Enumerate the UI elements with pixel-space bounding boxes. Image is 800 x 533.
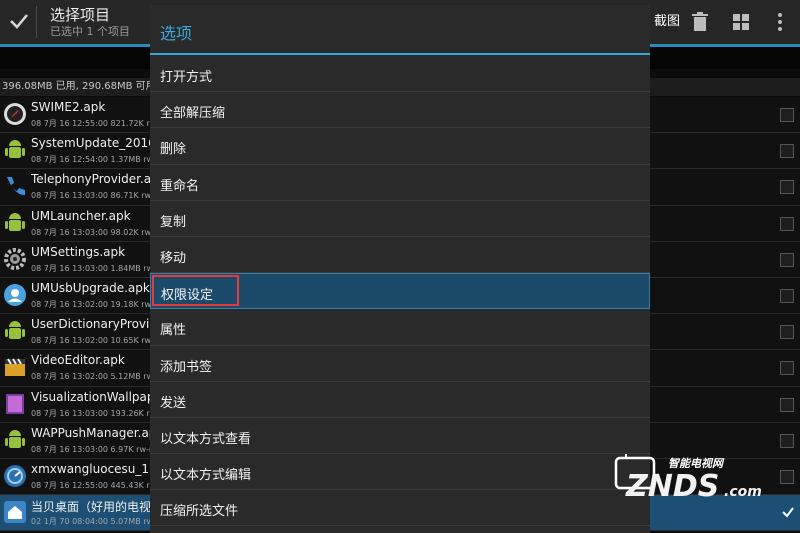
menu-item-compress-selected[interactable]: 压缩所选文件 [150, 490, 650, 527]
menu-item-label: 发送 [160, 395, 187, 411]
menu-item-delete[interactable]: 删除 [150, 128, 650, 165]
menu-item-label: 全部解压缩 [160, 106, 226, 122]
znds-watermark: 智能电视网 ZNDS .com [612, 440, 792, 510]
menu-item-properties[interactable]: 属性 [150, 309, 650, 346]
menu-item-label: 打开方式 [160, 70, 213, 85]
file-name: VideoEditor.apk [31, 353, 125, 368]
menu-item-label: 压缩所选文件 [160, 504, 239, 520]
file-name: UMLauncher.apk [31, 208, 131, 223]
dialog-title: 选项 [160, 24, 193, 43]
wallpaper-icon [6, 393, 24, 414]
menu-item-rename[interactable]: 重命名 [150, 165, 650, 201]
menu-item-label: 以文本方式查看 [160, 431, 252, 447]
menu-item-open-with[interactable]: 打开方式 [150, 56, 650, 93]
check-icon[interactable] [6, 8, 32, 34]
file-name: UMSettings.apk [31, 244, 126, 259]
file-checkbox[interactable] [780, 180, 794, 195]
grid-icon[interactable] [729, 10, 753, 34]
menu-item-permissions[interactable]: 权限设定 [150, 273, 650, 310]
menu-item-send[interactable]: 发送 [150, 382, 650, 418]
watermark-brand: ZNDS [625, 469, 719, 504]
android-icon [5, 140, 25, 159]
android-icon [5, 321, 25, 340]
phone-icon [7, 177, 25, 196]
action-bar-title: 选择项目 [50, 6, 111, 24]
file-name: SWIME2.apk [31, 100, 106, 114]
file-meta: 08 7月 16 13:03:00 6.97K rw-r--r-- [31, 444, 166, 454]
menu-item-edit-as-text[interactable]: 以文本方式编辑 [150, 454, 650, 491]
menu-item-move[interactable]: 移动 [150, 237, 650, 274]
divider [36, 6, 37, 38]
menu-item-label: 移动 [160, 250, 187, 266]
network-test-icon [4, 464, 26, 487]
menu-item-label: 重命名 [160, 178, 200, 194]
file-checkbox[interactable] [780, 288, 794, 303]
usb-upgrade-icon [4, 283, 26, 306]
menu-item-add-bookmark[interactable]: 添加书签 [150, 346, 650, 382]
menu-item-view-as-text[interactable]: 以文本方式查看 [150, 418, 650, 455]
watermark-suffix: .com [724, 484, 762, 500]
menu-item-label: 权限设定 [161, 288, 214, 304]
dialog-title-divider [150, 53, 650, 55]
menu-item-label: 删除 [160, 142, 187, 158]
znds-logo: 智能电视网 ZNDS .com [614, 454, 762, 504]
menu-item-label: 以文本方式编辑 [160, 468, 252, 484]
file-name: TelephonyProvider.apk [31, 172, 166, 187]
file-checkbox[interactable] [780, 252, 794, 267]
menu-item-extract-all[interactable]: 全部解压缩 [150, 92, 650, 129]
file-checkbox[interactable] [780, 361, 794, 376]
compass-app-icon [4, 103, 26, 125]
android-icon [5, 429, 25, 448]
file-name: WAPPushManager.apk [31, 425, 164, 440]
file-checkbox[interactable] [780, 144, 794, 159]
file-checkbox[interactable] [780, 216, 794, 231]
options-dialog: 选项 打开方式 全部解压缩 删除 重命名 复制 移动 权限设定 属性 添加书签 … [150, 5, 650, 533]
delete-icon[interactable] [688, 10, 712, 34]
file-name: UMUsbUpgrade.apk [31, 280, 150, 295]
menu-item-label: 复制 [160, 214, 187, 230]
file-checkbox[interactable] [780, 325, 794, 340]
menu-item-label: 添加书签 [160, 359, 213, 375]
menu-item-copy[interactable]: 复制 [150, 201, 650, 237]
menu-item-label: 属性 [160, 323, 187, 339]
options-menu: 打开方式 全部解压缩 删除 重命名 复制 移动 权限设定 属性 添加书签 发送 … [150, 56, 650, 527]
file-checkbox[interactable] [780, 108, 794, 122]
overflow-menu-icon[interactable] [768, 10, 792, 34]
selection-count: 已选中 1 个项目 [50, 25, 130, 38]
home-icon [4, 501, 26, 524]
file-checkbox[interactable] [780, 397, 794, 412]
gear-icon [4, 247, 26, 270]
android-icon [5, 212, 25, 231]
clapperboard-icon [5, 358, 25, 377]
screenshot-label[interactable]: 截图 [654, 10, 680, 29]
